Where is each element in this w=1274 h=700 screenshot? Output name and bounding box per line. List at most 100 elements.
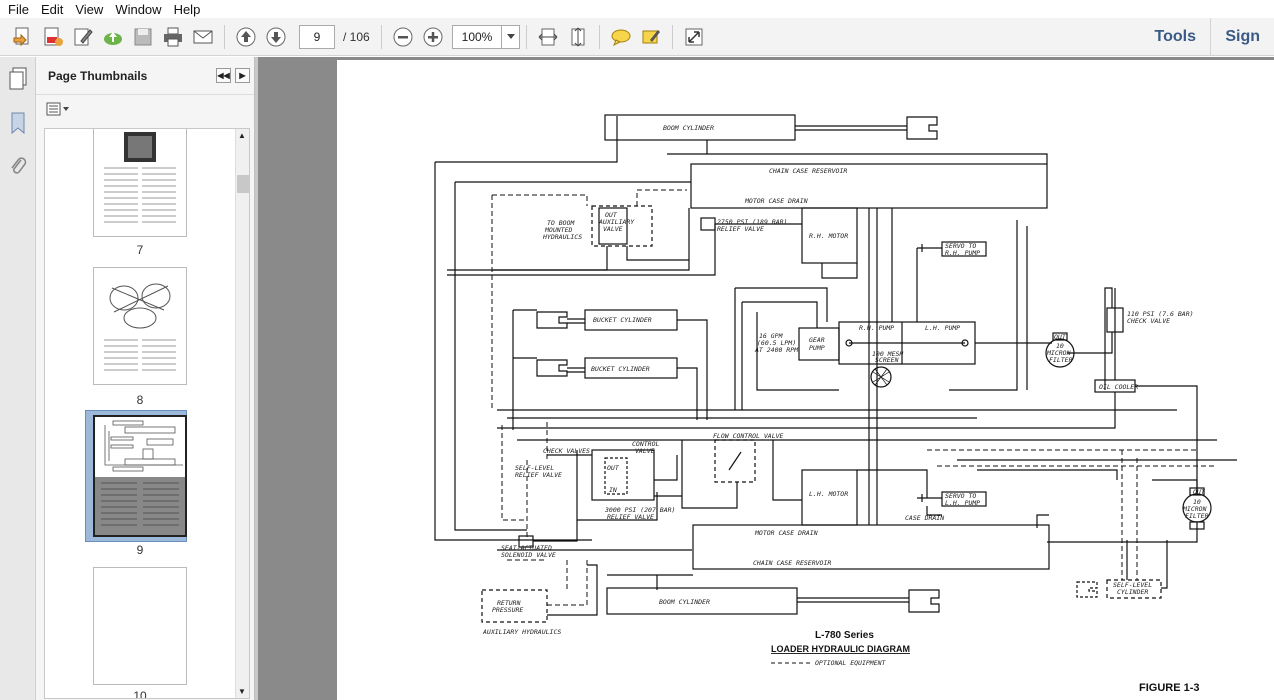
label-case-drain: CASE DRAIN	[905, 514, 944, 522]
thumbnail-scrollbar[interactable]: ▲ ▼	[235, 129, 249, 698]
navigation-strip	[0, 57, 36, 700]
label-to-boom-3: HYDRAULICS	[542, 233, 582, 241]
label-relief-valve: RELIEF VALVE	[717, 225, 764, 233]
page-total: / 106	[343, 29, 370, 44]
label-lh-motor: L.H. MOTOR	[809, 490, 848, 498]
label-aux-hydraulics: AUXILIARY HYDRAULICS	[482, 628, 561, 636]
label-boom-cylinder-top: BOOM CYLINDER	[663, 124, 714, 132]
menu-bar: File Edit View Window Help	[0, 0, 1274, 18]
save-icon[interactable]	[129, 23, 157, 51]
label-chain-case-top: CHAIN CASE RESERVOIR	[769, 167, 847, 175]
menu-window[interactable]: Window	[109, 2, 167, 17]
thumbnail-options[interactable]	[36, 95, 254, 123]
label-self-level-relief-2: RELIEF VALVE	[515, 471, 562, 479]
label-control-valve-2: VALVE	[635, 447, 655, 455]
label-in: IN	[609, 486, 617, 494]
label-filter-10-3: FILTER	[1049, 356, 1073, 364]
zoom-value: 100%	[461, 29, 493, 44]
diagram-optional-equipment: OPTIONAL EQUIPMENT	[815, 659, 887, 667]
collapse-panel-icon[interactable]: ◀◀	[216, 68, 231, 83]
zoom-in-icon[interactable]	[419, 23, 447, 51]
fit-page-icon[interactable]	[564, 23, 592, 51]
thumbnail-label: 8	[136, 393, 144, 407]
label-bucket-cylinder-bottom: BUCKET CYLINDER	[591, 365, 650, 373]
thumbnail-panel: Page Thumbnails ◀◀ ▶ 7 8 9 10 ▲ ▼	[36, 57, 255, 700]
tools-button[interactable]: Tools	[1143, 18, 1208, 56]
chevron-down-icon[interactable]	[501, 25, 519, 48]
label-filter-right-3: FILTER	[1185, 512, 1209, 520]
thumbnail-page-current[interactable]	[93, 415, 187, 537]
menu-file[interactable]: File	[2, 2, 35, 17]
label-bucket-cylinder-top: BUCKET CYLINDER	[593, 316, 652, 324]
label-rh-pump: R.H. PUMP	[859, 324, 894, 332]
label-aux-valve-3: VALVE	[603, 225, 623, 233]
label-out: OUT	[607, 464, 620, 472]
edit-pdf-icon[interactable]	[69, 23, 97, 51]
thumbnail-page[interactable]	[93, 129, 187, 237]
thumbnail-label: 10	[133, 689, 147, 699]
document-view: BOOM CYLINDER CHAIN CASE RESERVOIR MOTOR…	[258, 57, 1274, 700]
thumbnail-label: 9	[136, 543, 144, 557]
label-check-110-2: CHECK VALVE	[1127, 317, 1170, 325]
upload-cloud-icon[interactable]	[99, 23, 127, 51]
thumbnail-panel-title: Page Thumbnails	[48, 68, 148, 83]
thumbnail-label: 7	[136, 243, 144, 257]
email-icon[interactable]	[189, 23, 217, 51]
menu-edit[interactable]: Edit	[35, 2, 69, 17]
next-page-icon[interactable]	[262, 23, 290, 51]
zoom-out-icon[interactable]	[389, 23, 417, 51]
menu-help[interactable]: Help	[168, 2, 207, 17]
expand-icon[interactable]	[680, 23, 708, 51]
toolbar-separator	[381, 24, 382, 49]
label-return-2: PRESSURE	[492, 606, 523, 614]
toolbar-separator	[672, 24, 673, 49]
toolbar: 9 / 106 100% Tools Sign	[0, 18, 1274, 56]
zoom-select[interactable]: 100%	[452, 24, 520, 49]
figure-label: FIGURE 1-3	[1139, 682, 1200, 694]
create-pdf-icon[interactable]	[39, 23, 67, 51]
label-seat-2: SOLENOID VALVE	[501, 551, 556, 559]
pdf-page: BOOM CYLINDER CHAIN CASE RESERVOIR MOTOR…	[337, 60, 1274, 700]
menu-view[interactable]: View	[69, 2, 109, 17]
label-gpm-3: AT 2400 RPM	[754, 346, 799, 354]
comment-icon[interactable]	[607, 23, 635, 51]
toolbar-separator	[224, 24, 225, 49]
panel-arrow-icon[interactable]: ▶	[235, 68, 250, 83]
thumbnail-list: 7 8 9 10 ▲ ▼	[44, 128, 250, 699]
label-mesh-2: SCREEN	[875, 356, 899, 364]
label-motor-case-drain-top: MOTOR CASE DRAIN	[744, 197, 808, 205]
label-oil-cooler: OIL COOLER	[1099, 383, 1138, 391]
scroll-up-icon[interactable]: ▲	[238, 131, 246, 140]
hydraulic-diagram: BOOM CYLINDER CHAIN CASE RESERVOIR MOTOR…	[434, 114, 1237, 694]
thumbnail-page[interactable]	[93, 567, 187, 685]
bookmark-icon[interactable]	[0, 101, 36, 145]
open-file-icon[interactable]	[9, 23, 37, 51]
page-thumbnails-icon[interactable]	[0, 57, 36, 101]
diagram-title: LOADER HYDRAULIC DIAGRAM	[771, 644, 910, 654]
thumbnail-page[interactable]	[93, 267, 187, 385]
toolbar-separator	[599, 24, 600, 49]
previous-page-icon[interactable]	[232, 23, 260, 51]
label-gear-pump-2: PUMP	[809, 344, 825, 352]
attachment-icon[interactable]	[0, 145, 36, 189]
label-rh-motor: R.H. MOTOR	[809, 232, 848, 240]
thumbnail-panel-header: Page Thumbnails ◀◀ ▶	[36, 57, 254, 95]
label-gear-pump-1: GEAR	[809, 336, 825, 344]
toolbar-separator	[526, 24, 527, 49]
label-motor-case-drain-bottom: MOTOR CASE DRAIN	[754, 529, 818, 537]
sign-button[interactable]: Sign	[1210, 18, 1274, 56]
scroll-down-icon[interactable]: ▼	[238, 687, 246, 696]
scroll-thumb[interactable]	[237, 175, 249, 193]
page-number-input[interactable]: 9	[299, 24, 335, 49]
label-lh-pump: L.H. PUMP	[925, 324, 960, 332]
label-relief-3000-2: RELIEF VALVE	[607, 513, 654, 521]
fit-width-icon[interactable]	[534, 23, 562, 51]
diagram-series: L-780 Series	[815, 630, 874, 641]
highlight-icon[interactable]	[637, 23, 665, 51]
print-icon[interactable]	[159, 23, 187, 51]
label-flow-control: FLOW CONTROL VALVE	[713, 432, 784, 440]
label-chain-case-bottom: CHAIN CASE RESERVOIR	[753, 559, 831, 567]
label-filter-out: OUT	[1054, 333, 1067, 341]
label-filter-right-out: OUT	[1193, 488, 1206, 496]
options-menu-icon	[46, 102, 69, 116]
